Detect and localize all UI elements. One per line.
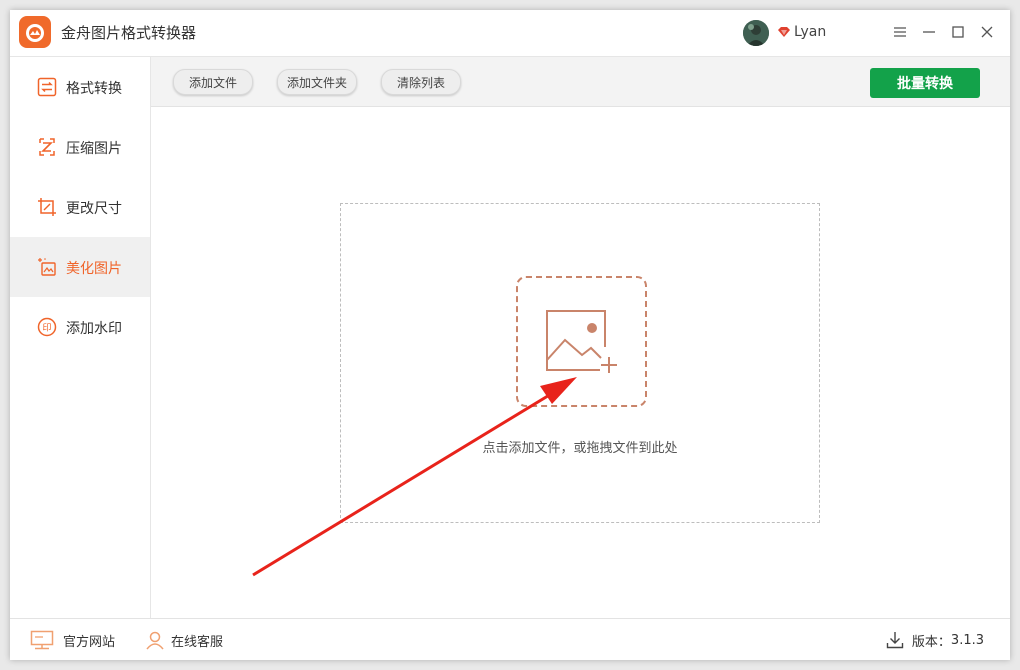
download-icon[interactable] xyxy=(886,631,904,649)
version-info: 版本： 3.1.3 xyxy=(886,619,984,660)
sidebar-item-format-convert[interactable]: 格式转换 xyxy=(10,57,150,117)
drop-hint-text: 点击添加文件，或拖拽文件到此处 xyxy=(482,441,678,456)
batch-convert-button[interactable]: 批量转换 xyxy=(870,68,980,98)
sidebar-item-beautify[interactable]: 美化图片 xyxy=(10,237,150,297)
vip-diamond-icon xyxy=(778,27,790,37)
sidebar-item-watermark[interactable]: 印 添加水印 xyxy=(10,297,150,357)
monitor-icon xyxy=(30,630,54,650)
add-folder-button[interactable]: 添加文件夹 xyxy=(277,69,357,95)
svg-text:印: 印 xyxy=(42,322,51,334)
customer-service-icon xyxy=(146,631,164,650)
sidebar-item-label: 添加水印 xyxy=(66,321,122,337)
app-window: 金舟图片格式转换器 Lyan 格式转换 压缩图片 更改尺寸 美化图片 印 添加水… xyxy=(10,10,1010,660)
add-image-icon xyxy=(546,310,617,373)
maximize-icon[interactable] xyxy=(948,22,968,42)
crop-icon xyxy=(38,198,56,216)
add-image-box[interactable] xyxy=(516,276,647,407)
title-bar: 金舟图片格式转换器 Lyan xyxy=(10,10,1010,57)
beautify-icon xyxy=(38,258,56,276)
menu-icon[interactable] xyxy=(890,22,910,42)
sidebar-item-label: 格式转换 xyxy=(66,81,122,97)
sidebar-item-label: 更改尺寸 xyxy=(66,201,122,217)
toolbar: 添加文件 添加文件夹 清除列表 批量转换 xyxy=(151,57,1010,107)
sidebar-item-compress[interactable]: 压缩图片 xyxy=(10,117,150,177)
compress-icon xyxy=(39,138,55,156)
sidebar-item-resize[interactable]: 更改尺寸 xyxy=(10,177,150,237)
official-website-link[interactable]: 官方网站 xyxy=(30,619,115,660)
version-label: 版本： xyxy=(911,634,951,650)
online-support-link[interactable]: 在线客服 xyxy=(145,619,223,660)
app-title: 金舟图片格式转换器 xyxy=(61,24,197,42)
app-logo-icon xyxy=(19,16,51,48)
clear-list-button[interactable]: 清除列表 xyxy=(381,69,461,95)
version-number: 3.1.3 xyxy=(950,632,984,648)
close-icon[interactable] xyxy=(977,22,997,42)
minimize-icon[interactable] xyxy=(919,22,939,42)
file-list-area: 点击添加文件，或拖拽文件到此处 xyxy=(151,107,1010,618)
add-file-button[interactable]: 添加文件 xyxy=(173,69,253,95)
sidebar-item-label: 美化图片 xyxy=(66,261,122,277)
stamp-icon: 印 xyxy=(37,317,57,337)
swap-icon xyxy=(37,77,57,97)
online-support-label: 在线客服 xyxy=(171,634,224,650)
username[interactable]: Lyan xyxy=(794,24,826,40)
user-avatar[interactable] xyxy=(743,20,769,46)
sidebar: 格式转换 压缩图片 更改尺寸 美化图片 印 添加水印 xyxy=(10,57,151,618)
sidebar-item-label: 压缩图片 xyxy=(66,141,122,157)
footer: 官方网站 在线客服 版本： 3.1.3 xyxy=(10,618,1010,660)
official-website-label: 官方网站 xyxy=(63,634,116,650)
